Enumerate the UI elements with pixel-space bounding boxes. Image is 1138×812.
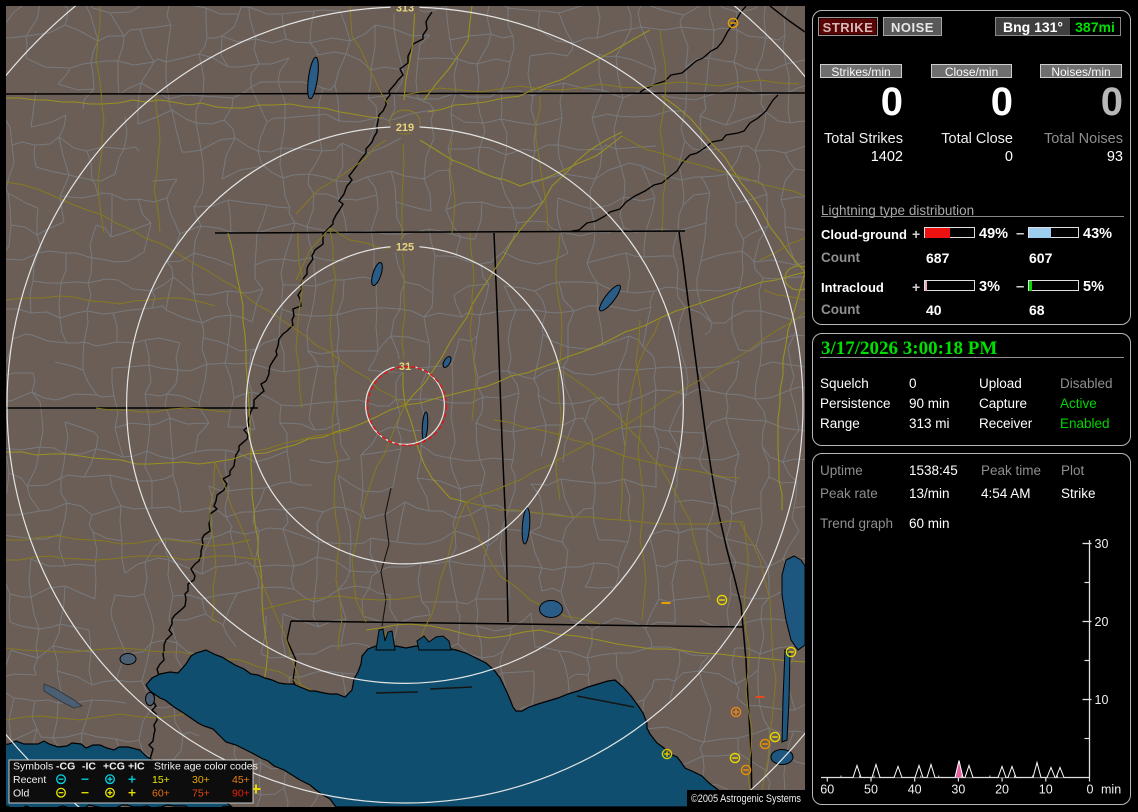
svg-text:Old: Old — [13, 788, 30, 800]
svg-text:min: min — [1101, 783, 1121, 797]
svg-text:©2005 Astrogenic Systems: ©2005 Astrogenic Systems — [691, 793, 801, 805]
svg-text:313: 313 — [396, 6, 414, 15]
svg-text:30+: 30+ — [192, 774, 210, 786]
svg-text:+IC: +IC — [128, 761, 145, 773]
svg-text:219: 219 — [396, 122, 414, 134]
svg-text:10: 10 — [1095, 693, 1109, 707]
svg-text:60: 60 — [820, 783, 834, 797]
svg-text:60+: 60+ — [152, 788, 170, 800]
svg-text:+CG: +CG — [103, 761, 125, 773]
svg-text:Strike age color codes: Strike age color codes — [154, 761, 258, 773]
svg-text:30: 30 — [1095, 537, 1109, 551]
svg-text:90+: 90+ — [232, 788, 250, 800]
svg-text:125: 125 — [396, 242, 414, 254]
svg-text:-CG: -CG — [56, 761, 75, 773]
svg-text:50: 50 — [864, 783, 878, 797]
svg-text:75+: 75+ — [192, 788, 210, 800]
svg-text:40: 40 — [908, 783, 922, 797]
svg-text:20: 20 — [995, 783, 1009, 797]
svg-text:Recent: Recent — [13, 774, 46, 786]
svg-text:10: 10 — [1039, 783, 1053, 797]
svg-text:30: 30 — [951, 783, 965, 797]
svg-text:Symbols: Symbols — [13, 761, 53, 773]
svg-text:45+: 45+ — [232, 774, 250, 786]
svg-text:15+: 15+ — [152, 774, 170, 786]
svg-text:0: 0 — [1087, 783, 1094, 797]
svg-text:20: 20 — [1095, 615, 1109, 629]
svg-text:-IC: -IC — [82, 761, 96, 773]
